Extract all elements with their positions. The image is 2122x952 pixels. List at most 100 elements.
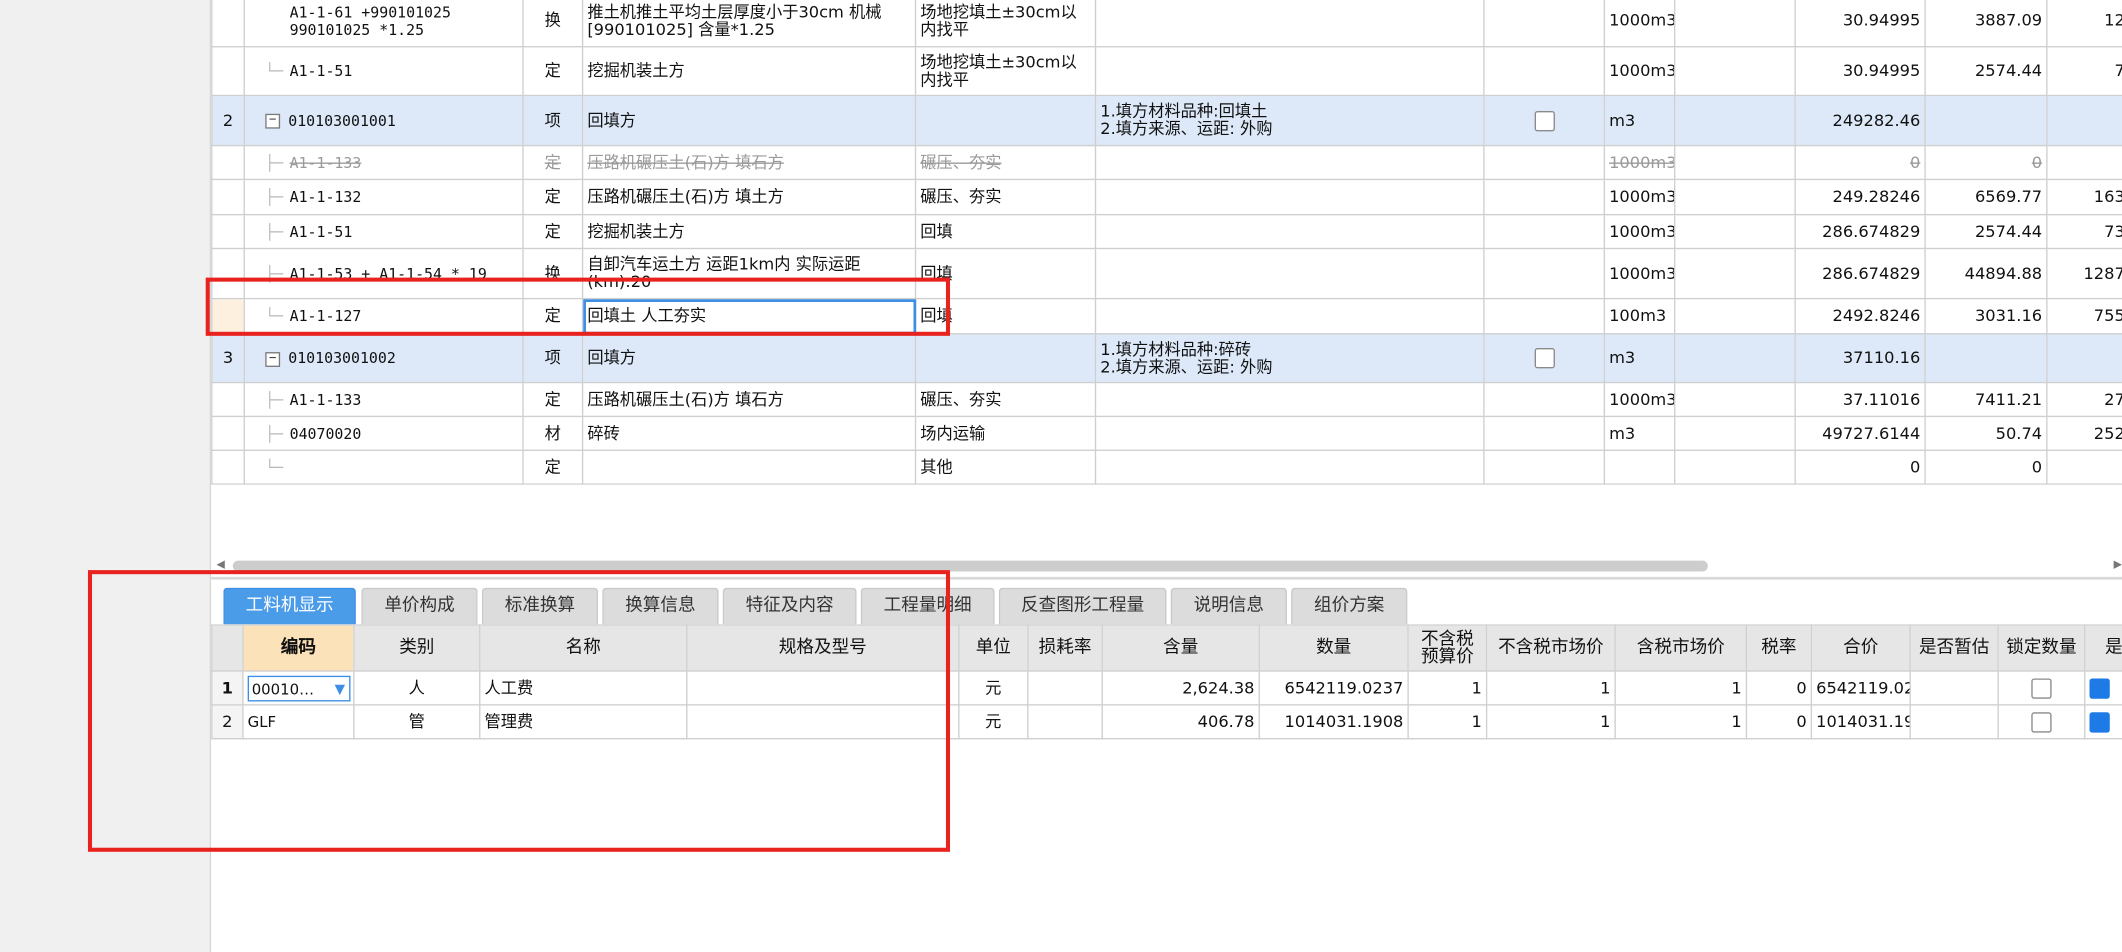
work-cell[interactable]: 场地挖填土±30cm以 内找平 <box>914 0 1097 48</box>
unit-cell[interactable]: 元 <box>958 670 1029 706</box>
spec-cell[interactable] <box>686 670 960 706</box>
feature-cell[interactable]: 1.填方材料品种:回填土 2.填方来源、运距: 外购 <box>1094 94 1485 147</box>
qty-cell[interactable]: 2492.8246 <box>1794 297 1926 335</box>
lock-checkbox[interactable] <box>2031 711 2052 732</box>
type-cell[interactable]: 定 <box>522 381 584 418</box>
table-row[interactable]: ├─ A1-1-133 定 压路机碾压土(石)方 填石方 碾压、夯实 1000m3… <box>211 144 2122 181</box>
unit-cell[interactable]: 1000m3 <box>1603 0 1676 48</box>
table-row[interactable]: 2 GLF 管 管理费 元 406.78 1014031.1908 1 1 1 … <box>211 704 2122 740</box>
collapse-icon[interactable]: − <box>265 351 281 367</box>
code-cell[interactable]: −010103001002 <box>243 333 524 384</box>
check-cell[interactable] <box>1483 381 1606 418</box>
amount-cell[interactable]: 6542119.0237 <box>1258 670 1409 706</box>
total-cell[interactable]: 1287023 <box>2046 247 2122 300</box>
type-cell[interactable]: 材 <box>522 415 584 451</box>
work-cell[interactable]: 场内运输 <box>914 415 1097 451</box>
header-spec[interactable]: 规格及型号 <box>686 624 960 672</box>
check-cell[interactable] <box>1483 178 1606 216</box>
check-cell[interactable] <box>1483 247 1606 300</box>
name-cell[interactable]: 碎砖 <box>581 415 917 451</box>
content-cell[interactable]: 2,624.38 <box>1101 670 1260 706</box>
feature-cell[interactable] <box>1094 178 1485 216</box>
tab-quantity-detail[interactable]: 工程量明细 <box>860 587 995 625</box>
table-row[interactable]: ├─ A1-1-53 + A1-1-54 * 19 换 自卸汽车运土方 运距1km… <box>211 247 2122 300</box>
header-total[interactable]: 合价 <box>1810 624 1911 672</box>
work-cell[interactable]: 碾压、夯实 <box>914 381 1097 418</box>
check-cell[interactable] <box>1483 415 1606 451</box>
blank-cell[interactable] <box>1674 415 1796 451</box>
tab-conversion-info[interactable]: 换算信息 <box>602 587 719 625</box>
total-cell[interactable]: 7967 <box>2046 46 2122 97</box>
unit-cell[interactable] <box>1603 449 1676 485</box>
name-edit-cell[interactable]: 回填土 人工夯实 <box>581 297 917 335</box>
tax-cell[interactable]: 0 <box>1745 670 1813 706</box>
market-tax-cell[interactable]: 1 <box>1614 670 1748 706</box>
chevron-down-icon[interactable]: ▼ <box>335 676 345 702</box>
qty-cell[interactable]: 30.94995 <box>1794 0 1926 48</box>
work-cell[interactable]: 回填 <box>914 247 1097 300</box>
header-type[interactable]: 类别 <box>353 624 481 672</box>
feature-cell[interactable] <box>1094 415 1485 451</box>
scroll-right-icon[interactable]: ▶ <box>2114 558 2122 570</box>
code-cell[interactable]: 00010… ▼ <box>242 670 355 706</box>
lock-cell[interactable] <box>1997 704 2086 740</box>
name-cell[interactable]: 压路机碾压土(石)方 填土方 <box>581 178 917 216</box>
code-cell[interactable]: ├─ A1-1-51 <box>243 213 524 250</box>
name-cell[interactable]: 人工费 <box>479 670 688 706</box>
price-cell[interactable]: 0 <box>1924 449 2048 485</box>
feature-cell[interactable]: 1.填方材料品种:碎砖 2.填方来源、运距: 外购 <box>1094 333 1485 384</box>
total-cell[interactable] <box>2046 94 2122 147</box>
header-content[interactable]: 含量 <box>1101 624 1260 672</box>
header-code[interactable]: 编码 <box>242 624 355 672</box>
table-row-selected[interactable]: 1 00010… ▼ 人 人工费 元 2,624.38 6542119.0237 … <box>211 670 2122 706</box>
blank-cell[interactable] <box>1674 247 1796 300</box>
work-cell[interactable]: 回填 <box>914 213 1097 250</box>
name-cell[interactable]: 推土机推土平均土层厚度小于30cm 机械 [990101025] 含量*1.25 <box>581 0 917 48</box>
qty-cell[interactable]: 286.674829 <box>1794 213 1926 250</box>
market-tax-cell[interactable]: 1 <box>1614 704 1748 740</box>
total-cell[interactable]: 12030 <box>2046 0 2122 48</box>
work-cell[interactable]: 场地挖填土±30cm以 内找平 <box>914 46 1097 97</box>
tax-cell[interactable]: 0 <box>1745 704 1813 740</box>
header-last[interactable]: 是否 <box>2084 624 2122 672</box>
name-cell[interactable]: 回填方 <box>581 333 917 384</box>
blank-cell[interactable] <box>1674 213 1796 250</box>
price-cell[interactable] <box>1924 333 2048 384</box>
market-cell[interactable]: 1 <box>1485 704 1616 740</box>
feature-cell[interactable] <box>1094 381 1485 418</box>
name-cell[interactable] <box>581 449 917 485</box>
qty-cell[interactable]: 286.674829 <box>1794 247 1926 300</box>
name-cell[interactable]: 压路机碾压土(石)方 填石方 <box>581 381 917 418</box>
work-cell[interactable]: 其他 <box>914 449 1097 485</box>
type-cell[interactable]: 定 <box>522 297 584 335</box>
total-cell[interactable] <box>2046 144 2122 181</box>
checked-checkbox[interactable] <box>2089 711 2110 732</box>
type-cell[interactable]: 项 <box>522 333 584 384</box>
header-est[interactable]: 是否暂估 <box>1909 624 1999 672</box>
code-cell[interactable]: └─ <box>243 449 524 485</box>
code-cell[interactable]: A1-1-61 +990101025 990101025 *1.25 <box>243 0 524 48</box>
qty-cell[interactable]: 0 <box>1794 449 1926 485</box>
unit-cell[interactable]: 1000m3 <box>1603 144 1676 181</box>
work-cell[interactable]: 碾压、夯实 <box>914 144 1097 181</box>
unit-cell[interactable]: 1000m3 <box>1603 247 1676 300</box>
check-cell[interactable] <box>1483 0 1606 48</box>
name-cell[interactable]: 自卸汽车运土方 运距1km内 实际运距 (km):20 <box>581 247 917 300</box>
price-cell[interactable]: 6569.77 <box>1924 178 2048 216</box>
check-cell[interactable] <box>1483 297 1606 335</box>
qty-cell[interactable]: 49727.6144 <box>1794 415 1926 451</box>
name-cell[interactable]: 管理费 <box>479 704 688 740</box>
total-cell[interactable]: 252317 <box>2046 415 2122 451</box>
pretax-cell[interactable]: 1 <box>1407 704 1488 740</box>
unit-cell[interactable]: m3 <box>1603 333 1676 384</box>
table-row[interactable]: ├─ A1-1-132 定 压路机碾压土(石)方 填土方 碾压、夯实 1000m3… <box>211 178 2122 216</box>
code-cell[interactable]: └─ A1-1-127 <box>243 297 524 335</box>
work-cell[interactable]: 回填 <box>914 297 1097 335</box>
blank-cell[interactable] <box>1674 0 1796 48</box>
collapse-icon[interactable]: − <box>265 113 281 129</box>
total-cell[interactable]: 27503 <box>2046 381 2122 418</box>
type-cell[interactable]: 换 <box>522 0 584 48</box>
qty-cell[interactable]: 37110.16 <box>1794 333 1926 384</box>
feature-cell[interactable] <box>1094 247 1485 300</box>
code-cell[interactable]: ├─ 04070020 <box>243 415 524 451</box>
